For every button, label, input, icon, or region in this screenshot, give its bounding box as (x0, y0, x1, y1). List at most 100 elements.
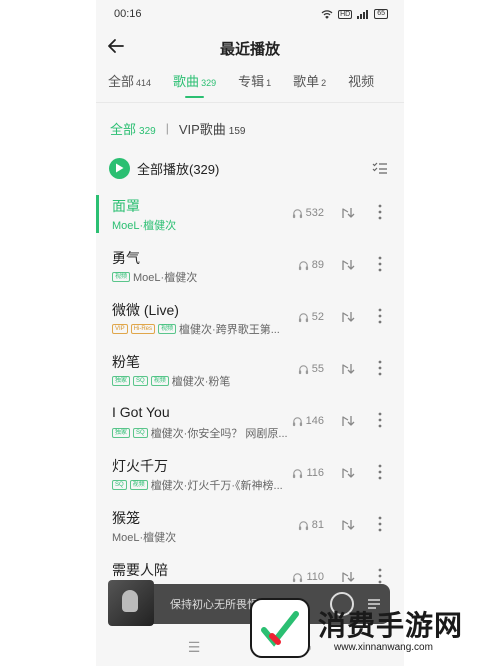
song-artist-album: MoeL·檀健次 (112, 532, 177, 544)
play-next-icon[interactable] (340, 569, 356, 585)
album-cover[interactable] (108, 580, 154, 626)
tab-all[interactable]: 全部 414 (108, 71, 151, 100)
quality-badge: SQ (112, 480, 127, 490)
play-count-value: 110 (306, 571, 324, 583)
play-next-icon[interactable] (340, 517, 356, 533)
more-options-icon[interactable] (378, 411, 382, 429)
song-artist-album: 檀健次·灯火千万·《新神榜... (150, 480, 283, 492)
play-next-icon[interactable] (340, 361, 356, 377)
site-watermark: 消费手游网 www.xinnanwang.com (242, 598, 500, 662)
more-options-icon[interactable] (378, 463, 382, 481)
play-all-label: 全部播放(329) (137, 161, 220, 177)
song-title: 面罩 (112, 198, 140, 214)
tab-videos[interactable]: 视频 (348, 71, 374, 100)
song-row[interactable]: 灯火千万 SQ 视频 檀健次·灯火千万·《新神榜... 116 (96, 449, 404, 501)
song-artist-album: 檀健次·跨界歌王第... (179, 324, 280, 336)
more-options-icon[interactable] (378, 359, 382, 377)
tab-songs[interactable]: 歌曲 329 (173, 71, 216, 100)
check-leaf-icon (261, 611, 299, 647)
play-count: 55 (298, 363, 324, 375)
quality-badge: VIP (112, 324, 128, 334)
play-next-icon[interactable] (340, 205, 356, 221)
tab-count: 1 (266, 78, 272, 88)
play-count: 146 (292, 415, 324, 427)
play-count: 89 (298, 259, 324, 271)
headphones-icon (298, 364, 308, 374)
play-count: 81 (298, 519, 324, 531)
headphones-icon (293, 572, 303, 582)
play-count: 116 (292, 467, 324, 479)
song-artist-album: 檀健次·你安全吗？ 网剧原... (150, 428, 288, 440)
song-row[interactable]: 勇气视频 MoeL·檀健次 89 (96, 241, 404, 293)
tab-playlists[interactable]: 歌单 2 (293, 71, 326, 100)
play-all-row[interactable]: 全部播放(329) (96, 153, 404, 183)
signal-icon (357, 9, 369, 19)
song-title: 猴笼 (112, 510, 140, 526)
song-row[interactable]: 面罩 MoeL·檀健次 532 (96, 189, 404, 241)
tab-count: 329 (201, 78, 217, 88)
play-all-button[interactable] (109, 157, 130, 179)
quality-badge: 视频 (112, 272, 131, 282)
more-options-icon[interactable] (378, 307, 382, 325)
play-next-icon[interactable] (340, 257, 356, 273)
watermark-url: www.xinnanwang.com (334, 642, 433, 653)
song-subtitle-line: VIP Hi-Res 视频 檀健次·跨界歌王第... (112, 321, 292, 337)
more-options-icon[interactable] (378, 255, 382, 273)
headphones-icon (298, 520, 308, 530)
status-time: 00:16 (114, 8, 142, 20)
tab-label: 歌单 (293, 74, 320, 89)
headphones-icon (292, 416, 302, 426)
play-next-icon[interactable] (340, 465, 356, 481)
battery-icon: 65 (374, 9, 388, 19)
tab-albums[interactable]: 专辑 1 (238, 71, 271, 100)
more-options-icon[interactable] (378, 567, 382, 585)
phone-screen: 00:16 HD 65 最近播放 全部 414 歌曲 329 专辑 1 歌单 2 视频 … (96, 0, 404, 666)
song-subtitle-line: SQ 视频 檀健次·灯火千万·《新神榜... (112, 477, 292, 493)
headphones-icon (293, 468, 303, 478)
play-count-value: 89 (311, 259, 324, 271)
wifi-icon (321, 9, 333, 19)
tab-label: 全部 (108, 74, 135, 89)
song-row[interactable]: 粉笔独家 SQ 视频 檀健次·粉笔 55 (96, 345, 404, 397)
status-bar: 00:16 HD 65 (96, 0, 404, 28)
song-row[interactable]: 微微 (Live) VIP Hi-Res 视频 檀健次·跨界歌王第... 52 (96, 293, 404, 345)
filter-all[interactable]: 全部 329 (110, 119, 156, 138)
play-count-value: 55 (311, 363, 324, 375)
more-options-icon[interactable] (378, 203, 382, 221)
quality-badge: Hi-Res (130, 324, 156, 334)
quality-badge: 独家 (112, 376, 131, 386)
filter-separator: | (165, 121, 169, 135)
song-title: 勇气 (112, 250, 140, 266)
song-artist-album: MoeL·檀健次 (112, 220, 177, 232)
tab-bar: 全部 414 歌曲 329 专辑 1 歌单 2 视频 (96, 66, 404, 100)
play-next-icon[interactable] (340, 413, 356, 429)
filter-label: 全部 (110, 121, 137, 137)
play-icon (116, 163, 124, 173)
song-row[interactable]: I Got You 独家 SQ 檀健次·你安全吗？ 网剧原... 146 (96, 397, 404, 449)
song-title: I Got You (112, 404, 170, 420)
song-subtitle-line: 视频 MoeL·檀健次 (112, 269, 292, 285)
song-row[interactable]: 猴笼 MoeL·檀健次 81 (96, 501, 404, 553)
song-artist-album: 檀健次·粉笔 (171, 376, 231, 388)
song-subtitle-line: 独家 SQ 视频 檀健次·粉笔 (112, 373, 292, 389)
play-count: 110 (292, 571, 324, 583)
play-count-value: 52 (311, 311, 324, 323)
multi-select-icon[interactable] (372, 160, 388, 176)
song-list: 面罩 MoeL·檀健次 532 勇气 视频 MoeL·檀健次 89 微微 (Live) VIP H… (96, 189, 404, 605)
song-title: 粉笔 (112, 354, 140, 370)
menu-nav-button[interactable]: ☰ (188, 639, 201, 656)
filter-bar: 全部 329 | VIP歌曲 159 (96, 103, 404, 153)
filter-vip[interactable]: VIP歌曲 159 (179, 119, 246, 138)
tab-label: 视频 (348, 74, 375, 89)
more-options-icon[interactable] (378, 515, 382, 533)
play-count-value: 81 (311, 519, 324, 531)
headphones-icon (298, 260, 308, 270)
song-title: 需要人陪 (112, 562, 168, 578)
song-artist-album: MoeL·檀健次 (133, 272, 198, 284)
play-next-icon[interactable] (340, 309, 356, 325)
quality-badge: SQ (133, 376, 148, 386)
headphones-icon (298, 312, 308, 322)
tab-label: 歌曲 (173, 74, 200, 89)
tab-count: 2 (321, 78, 327, 88)
page-header: 最近播放 (96, 28, 404, 66)
